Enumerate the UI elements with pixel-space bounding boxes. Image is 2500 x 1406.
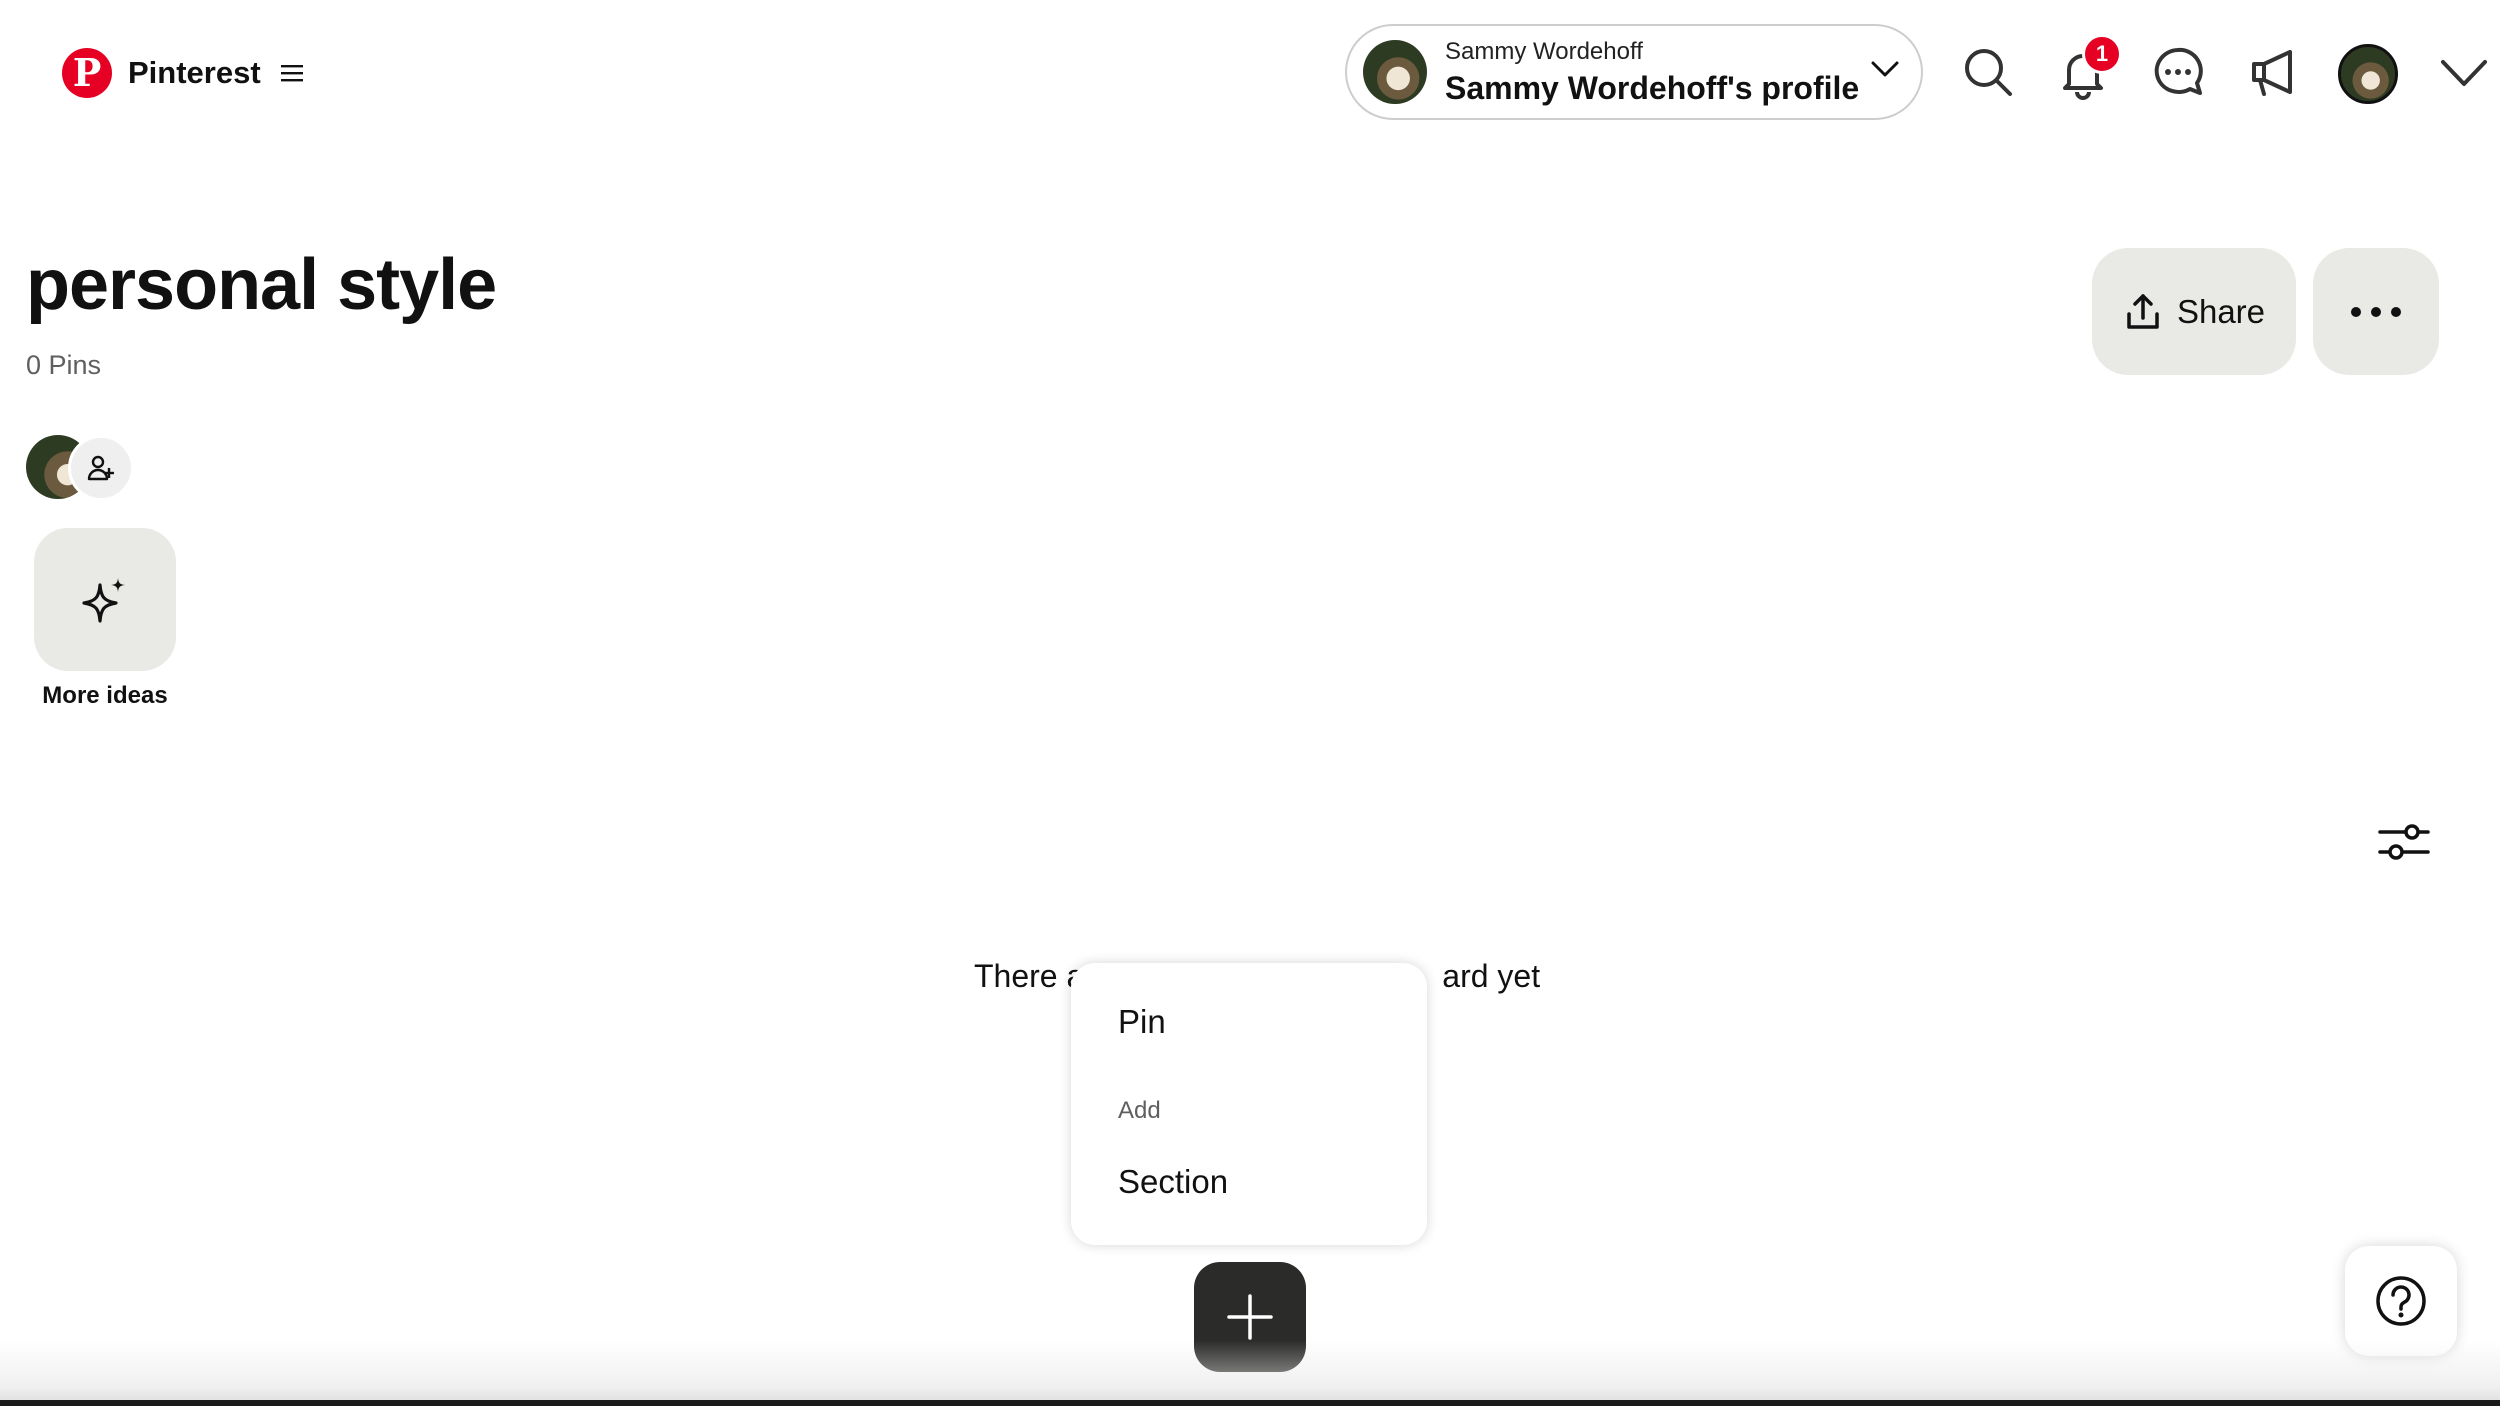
- ellipsis-icon: [2350, 306, 2402, 318]
- messages-icon[interactable]: [2150, 44, 2206, 100]
- add-collaborator-button[interactable]: [68, 435, 134, 501]
- add-person-icon: [87, 454, 115, 482]
- sparkle-icon: [80, 575, 130, 625]
- megaphone-icon[interactable]: [2246, 44, 2302, 100]
- brand-name: Pinterest: [128, 55, 261, 90]
- help-question-icon: [2374, 1274, 2428, 1328]
- hamburger-menu-icon[interactable]: [280, 64, 303, 82]
- profile-label: Sammy Wordehoff's profile: [1445, 69, 1860, 106]
- more-ideas-label: More ideas: [42, 682, 168, 709]
- profile-avatar: [1363, 40, 1427, 104]
- create-menu-popup: Pin Add Section: [1071, 963, 1427, 1245]
- menu-item-pin[interactable]: Pin: [1118, 1003, 1166, 1041]
- more-options-button[interactable]: [2313, 248, 2439, 375]
- notification-badge: 1: [2082, 34, 2122, 74]
- board-title: personal style: [26, 245, 497, 325]
- account-name: Sammy Wordehoff: [1445, 37, 1643, 65]
- filter-settings-icon[interactable]: [2378, 820, 2430, 864]
- bottom-fade: [0, 1340, 2500, 1406]
- account-menu-chevron-icon[interactable]: [2440, 58, 2488, 88]
- empty-state-left: There a: [974, 958, 1085, 994]
- share-label: Share: [2176, 292, 2266, 330]
- account-avatar[interactable]: [2338, 44, 2398, 104]
- pinterest-logo-icon: P: [62, 48, 112, 98]
- plus-icon: [1226, 1293, 1274, 1341]
- empty-state-right: ard yet: [1442, 958, 1541, 994]
- menu-item-section[interactable]: Section: [1118, 1163, 1228, 1201]
- search-icon[interactable]: [1960, 44, 2016, 100]
- share-button[interactable]: Share: [2092, 248, 2296, 375]
- chevron-down-icon: [1871, 60, 1899, 78]
- pinterest-home-link[interactable]: P Pinterest: [62, 48, 303, 98]
- window-bottom-edge: [0, 1400, 2500, 1406]
- menu-group-label: Add: [1118, 1097, 1161, 1124]
- pin-count: 0 Pins: [26, 350, 102, 380]
- logo-letter: P: [72, 50, 102, 95]
- more-ideas-button[interactable]: [34, 528, 176, 671]
- share-icon: [2123, 292, 2163, 332]
- profile-switcher[interactable]: Sammy Wordehoff Sammy Wordehoff's profil…: [1345, 24, 1923, 120]
